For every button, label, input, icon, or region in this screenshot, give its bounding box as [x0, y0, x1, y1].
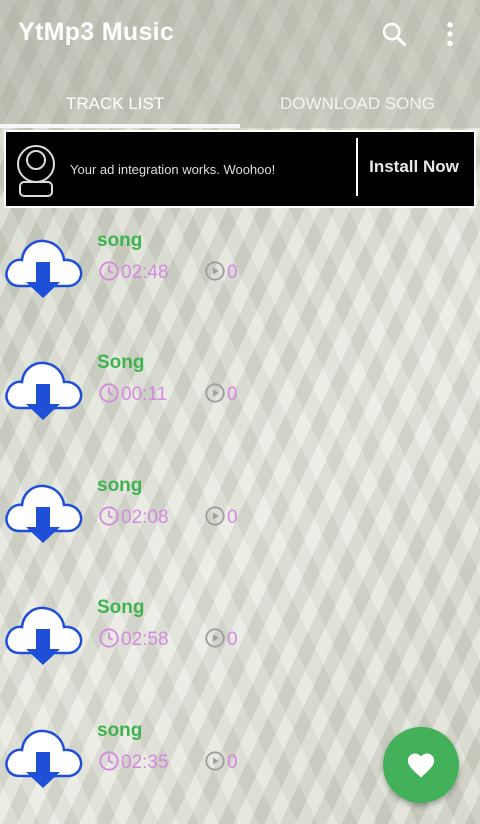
clock-icon [99, 751, 119, 771]
more-vert-icon[interactable] [440, 20, 460, 48]
track-duration: 02:48 [121, 262, 169, 283]
cloud-download-icon[interactable] [2, 350, 84, 424]
ad-mascot-icon [17, 145, 55, 197]
clock-icon [99, 261, 119, 281]
list-item[interactable]: song 02:48 0 [0, 212, 480, 334]
app-title: YtMp3 Music [18, 18, 175, 46]
ad-text: Your ad integration works. Woohoo! [70, 162, 276, 177]
play-circle-icon [205, 261, 225, 281]
song-title: song [97, 720, 143, 741]
app-bar: YtMp3 Music TRACK LIST DOWNLOAD SONG [0, 0, 480, 128]
song-title: song [97, 475, 143, 496]
song-title: Song [97, 597, 145, 618]
play-count: 0 [227, 262, 238, 283]
cloud-download-icon[interactable] [2, 473, 84, 547]
track-duration: 02:35 [121, 752, 169, 773]
list-item[interactable]: Song 02:58 0 [0, 579, 480, 701]
search-icon[interactable] [380, 20, 408, 48]
cloud-download-icon[interactable] [2, 228, 84, 302]
clock-icon [99, 506, 119, 526]
tab-indicator [0, 124, 240, 128]
track-duration: 00:11 [121, 384, 168, 405]
play-circle-icon [205, 751, 225, 771]
favorite-button[interactable] [383, 727, 459, 803]
play-circle-icon [205, 506, 225, 526]
song-title: Song [97, 352, 145, 373]
cloud-download-icon[interactable] [2, 595, 84, 669]
clock-icon [99, 383, 119, 403]
list-item[interactable]: Song 00:11 0 [0, 334, 480, 456]
ad-install-button[interactable]: Install Now [356, 138, 470, 196]
heart-icon [407, 753, 435, 778]
play-circle-icon [205, 383, 225, 403]
ad-banner[interactable]: Your ad integration works. Woohoo! Insta… [4, 130, 476, 208]
clock-icon [99, 628, 119, 648]
track-duration: 02:08 [121, 507, 169, 528]
play-count: 0 [227, 507, 238, 528]
list-item[interactable]: song 02:08 0 [0, 457, 480, 579]
track-duration: 02:58 [121, 629, 169, 650]
play-count: 0 [227, 629, 238, 650]
play-count: 0 [227, 752, 238, 773]
tab-track-list[interactable]: TRACK LIST [66, 94, 164, 114]
play-circle-icon [205, 628, 225, 648]
tab-download-song[interactable]: DOWNLOAD SONG [280, 94, 435, 114]
cloud-download-icon[interactable] [2, 718, 84, 792]
song-title: song [97, 230, 143, 251]
play-count: 0 [227, 384, 238, 405]
